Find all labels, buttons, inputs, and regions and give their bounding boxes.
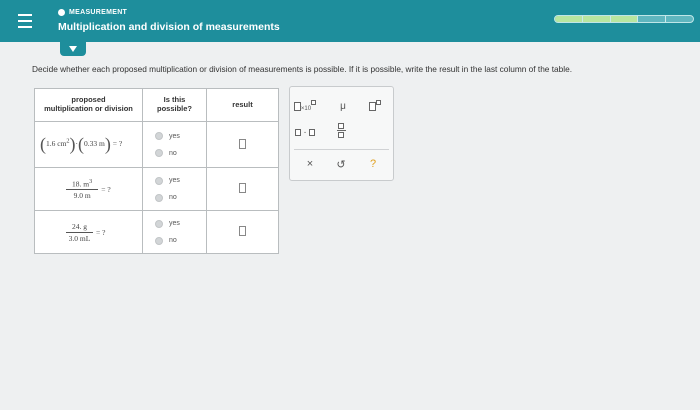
progress-bar: [554, 15, 694, 23]
box-icon: [294, 101, 301, 111]
answer-input[interactable]: [239, 138, 246, 149]
table-row: 18. m3 9.0 m = ? yes no: [34, 167, 279, 211]
radio-circle[interactable]: [155, 236, 163, 245]
undo-button[interactable]: ↺: [331, 155, 351, 173]
result-cell: [206, 210, 279, 254]
progress-segment: [666, 16, 693, 22]
help-button[interactable]: ?: [363, 155, 383, 173]
numerator-text: 18. m: [72, 179, 90, 189]
radio-no[interactable]: no: [155, 232, 206, 249]
fraction-bar-icon: [336, 129, 346, 131]
value-text: 1.6: [46, 139, 56, 149]
progress-segment: [610, 16, 639, 22]
radio-circle[interactable]: [155, 219, 163, 228]
progress-segment: [638, 16, 667, 22]
equals-question: = ?: [101, 184, 111, 194]
multiply-dot-button[interactable]: ·: [294, 123, 316, 141]
expression-cell: (1.6 cm2)·(0.33 m) = ?: [34, 121, 143, 168]
radio-yes-label: yes: [169, 220, 180, 227]
value-text: 0.33: [84, 139, 98, 149]
fraction-numerator: 18. m3: [66, 177, 99, 191]
scientific-notation-button[interactable]: ×10: [294, 97, 316, 115]
radio-no-label: no: [169, 149, 177, 157]
chevron-down-icon: [69, 46, 77, 52]
result-cell: [206, 167, 279, 211]
possible-cell: yes no: [142, 210, 207, 254]
radio-yes[interactable]: yes: [155, 172, 206, 189]
table-row: 24. g 3.0 mL = ? yes no: [34, 210, 279, 254]
palette-divider: [294, 149, 389, 150]
page-title: Multiplication and division of measureme…: [58, 21, 280, 33]
top-bar: MEASUREMENT Multiplication and division …: [0, 0, 700, 42]
fraction-denominator: 3.0 mL: [68, 233, 91, 243]
box-icon: [338, 122, 344, 129]
radio-circle[interactable]: [155, 149, 163, 157]
box-icon: [311, 100, 316, 105]
progress-segment: [555, 16, 583, 22]
exponent-text: 3: [89, 177, 93, 185]
header-result: result: [206, 88, 279, 122]
radio-yes-label: yes: [169, 177, 180, 184]
box-icon: [295, 128, 302, 136]
possible-cell: yes no: [142, 121, 207, 168]
paren-close: ): [104, 134, 111, 154]
radio-circle[interactable]: [155, 193, 163, 202]
expression-cell: 18. m3 9.0 m = ?: [34, 167, 143, 211]
instructions-text: Decide whether each proposed multiplicat…: [32, 64, 573, 74]
progress-segment: [582, 16, 611, 22]
collapse-toggle[interactable]: [60, 42, 86, 56]
menu-icon[interactable]: [10, 6, 40, 36]
radio-no-label: no: [169, 194, 177, 201]
result-cell: [206, 121, 279, 168]
fraction: 24. g 3.0 mL: [66, 222, 93, 243]
measurement-table: proposed multiplication or division Is t…: [34, 88, 279, 254]
radio-yes-label: yes: [169, 132, 180, 140]
box-icon: [308, 128, 315, 136]
equals-question: = ?: [96, 227, 106, 237]
radio-no[interactable]: no: [155, 189, 206, 206]
box-icon: [338, 131, 344, 138]
box-icon: [369, 101, 376, 111]
paren-close: ): [69, 134, 76, 154]
times-ten-icon: ×10: [300, 106, 312, 112]
mu-button[interactable]: μ: [332, 97, 354, 115]
header-possible: Is this possible?: [142, 88, 207, 122]
topic-text: MEASUREMENT: [69, 9, 128, 16]
header-proposed-line2: multiplication or division: [44, 104, 133, 113]
radio-no-label: no: [169, 237, 177, 244]
possible-cell: yes no: [142, 167, 207, 211]
clear-button[interactable]: ×: [300, 155, 320, 173]
superscript-button[interactable]: [364, 97, 386, 115]
table-row: (1.6 cm2)·(0.33 m) = ? yes no: [34, 121, 279, 168]
header-proposed: proposed multiplication or division: [34, 88, 143, 122]
equals-question: = ?: [112, 139, 123, 149]
radio-yes[interactable]: yes: [155, 128, 206, 145]
radio-circle[interactable]: [155, 132, 163, 140]
table-header-row: proposed multiplication or division Is t…: [34, 88, 279, 122]
fraction-denominator: 9.0 m: [73, 191, 91, 201]
radio-circle[interactable]: [155, 176, 163, 185]
fraction: 18. m3 9.0 m: [66, 177, 99, 201]
answer-input[interactable]: [239, 226, 246, 236]
topic-dot-icon: [58, 9, 65, 16]
dot-text: ·: [303, 126, 307, 138]
math-palette: ×10 μ · × ↺ ?: [289, 86, 394, 181]
header-possible-line2: possible?: [156, 104, 192, 113]
radio-yes[interactable]: yes: [155, 215, 206, 232]
expression-cell: 24. g 3.0 mL = ?: [34, 210, 143, 254]
radio-no[interactable]: no: [155, 145, 206, 162]
box-icon: [376, 99, 381, 105]
topic-label: MEASUREMENT: [58, 9, 127, 16]
answer-input[interactable]: [239, 183, 246, 193]
fraction-button[interactable]: [330, 121, 352, 139]
fraction-numerator: 24. g: [66, 222, 93, 233]
